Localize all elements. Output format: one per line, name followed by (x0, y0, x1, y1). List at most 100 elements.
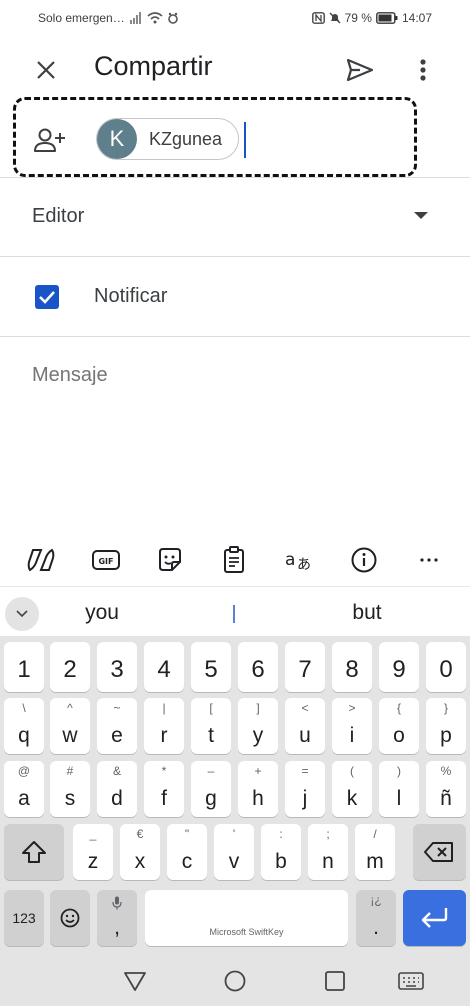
role-select[interactable]: Editor (32, 205, 84, 228)
key-1[interactable]: 1 (4, 642, 44, 692)
clipboard-button[interactable] (216, 545, 252, 575)
key-r[interactable]: | r (144, 698, 184, 754)
key-alt-label: < (301, 701, 309, 715)
keyboard-hide-button[interactable] (396, 966, 426, 996)
space-key[interactable]: Microsoft SwiftKey (145, 890, 348, 946)
key-b[interactable]: :b (261, 824, 301, 880)
app-bar: Compartir (0, 36, 470, 102)
key-f[interactable]: * f (144, 761, 184, 817)
key-label: t (208, 724, 214, 747)
key-alt-label: [ (209, 701, 213, 715)
key-g[interactable]: – g (191, 761, 231, 817)
key-6[interactable]: 6 (238, 642, 278, 692)
key-m[interactable]: / m (355, 824, 395, 880)
key-2[interactable]: 2 (50, 642, 90, 692)
key-i[interactable]: > i (332, 698, 372, 754)
key-alt-label: @ (17, 764, 31, 778)
comma-key[interactable]: , (97, 890, 137, 946)
key-label: h (252, 787, 264, 810)
dropdown-arrow-icon[interactable] (414, 212, 428, 219)
key-v[interactable]: ' v (214, 824, 254, 880)
key-alt-label: _ (89, 827, 97, 841)
collapse-suggestions-button[interactable] (5, 597, 39, 631)
key-n[interactable]: ; n (308, 824, 348, 880)
key-label: k (346, 787, 358, 810)
key-8[interactable]: 8 (332, 642, 372, 692)
check-icon (39, 291, 55, 304)
key-label: 1 (17, 656, 31, 683)
key-l[interactable]: ) l (379, 761, 419, 817)
key-z[interactable]: _ z (73, 824, 113, 880)
suggestion-1[interactable]: you (62, 601, 142, 625)
copilot-button[interactable] (23, 545, 59, 575)
key-alt-label: & (112, 764, 121, 778)
key-c[interactable]: " c (167, 824, 207, 880)
key-label: g (205, 787, 217, 810)
key-3[interactable]: 3 (97, 642, 137, 692)
key-d[interactable]: & d (97, 761, 137, 817)
sticker-icon (159, 548, 181, 571)
symbols-key[interactable]: 123 (4, 890, 44, 946)
svg-text:あ: あ (297, 557, 311, 572)
key-j[interactable]: = j (285, 761, 325, 817)
key-y[interactable]: ] y (238, 698, 278, 754)
back-button[interactable] (120, 966, 150, 996)
key-enye[interactable]: % ñ (426, 761, 466, 817)
key-a[interactable]: @ a (4, 761, 44, 817)
key-p[interactable]: } p (426, 698, 466, 754)
key-9[interactable]: 9 (379, 642, 419, 692)
key-label: a (18, 787, 30, 810)
nfc-icon (311, 12, 325, 24)
key-alt-label: | (162, 701, 166, 715)
key-s[interactable]: # s (50, 761, 90, 817)
key-u[interactable]: < u (285, 698, 325, 754)
notify-checkbox[interactable] (35, 285, 59, 309)
key-q[interactable]: \ q (4, 698, 44, 754)
send-button[interactable] (340, 52, 380, 88)
key-t[interactable]: [t (191, 698, 231, 754)
key-label: x (134, 850, 146, 873)
notify-label: Notificar (94, 285, 168, 307)
backspace-key[interactable] (413, 824, 466, 880)
key-x[interactable]: € x (120, 824, 160, 880)
key-0[interactable]: 0 (426, 642, 466, 692)
key-label: 4 (157, 656, 171, 683)
divider (0, 256, 470, 257)
gif-button[interactable]: GIF (88, 545, 124, 575)
key-label: , (114, 916, 120, 939)
period-key[interactable]: ¡¿. (356, 890, 396, 946)
key-h[interactable]: + h (238, 761, 278, 817)
gif-icon: GIF (92, 550, 120, 570)
info-button[interactable] (346, 545, 382, 575)
key-k[interactable]: (k (332, 761, 372, 817)
recents-button[interactable] (320, 966, 350, 996)
recipient-chip[interactable]: K KZgunea (96, 118, 239, 160)
suggestion-2[interactable]: but (327, 601, 407, 625)
close-button[interactable] (26, 54, 66, 86)
key-label: z (87, 850, 99, 873)
recents-square-icon (325, 971, 345, 991)
more-tools-button[interactable] (411, 545, 447, 575)
home-button[interactable] (220, 966, 250, 996)
shift-key[interactable] (4, 824, 64, 880)
sticker-button[interactable] (152, 545, 188, 575)
enter-key[interactable] (403, 890, 466, 946)
key-label: ñ (440, 787, 452, 810)
key-o[interactable]: {o (379, 698, 419, 754)
key-label: w (62, 724, 78, 747)
text-cursor[interactable] (244, 122, 246, 158)
key-w[interactable]: ^ w (50, 698, 90, 754)
key-4[interactable]: 4 (144, 642, 184, 692)
key-7[interactable]: 7 (285, 642, 325, 692)
key-label: n (322, 850, 334, 873)
hotspot-icon (167, 12, 179, 24)
more-options-button[interactable] (404, 52, 442, 88)
key-e[interactable]: ~ e (97, 698, 137, 754)
translate-button[interactable]: aあ (282, 545, 318, 575)
message-input[interactable] (32, 364, 432, 387)
space-brand-label: Microsoft SwiftKey (209, 927, 284, 937)
key-alt-label: " (184, 827, 190, 841)
key-5[interactable]: 5 (191, 642, 231, 692)
add-person-button[interactable] (30, 124, 70, 156)
emoji-key[interactable] (50, 890, 90, 946)
